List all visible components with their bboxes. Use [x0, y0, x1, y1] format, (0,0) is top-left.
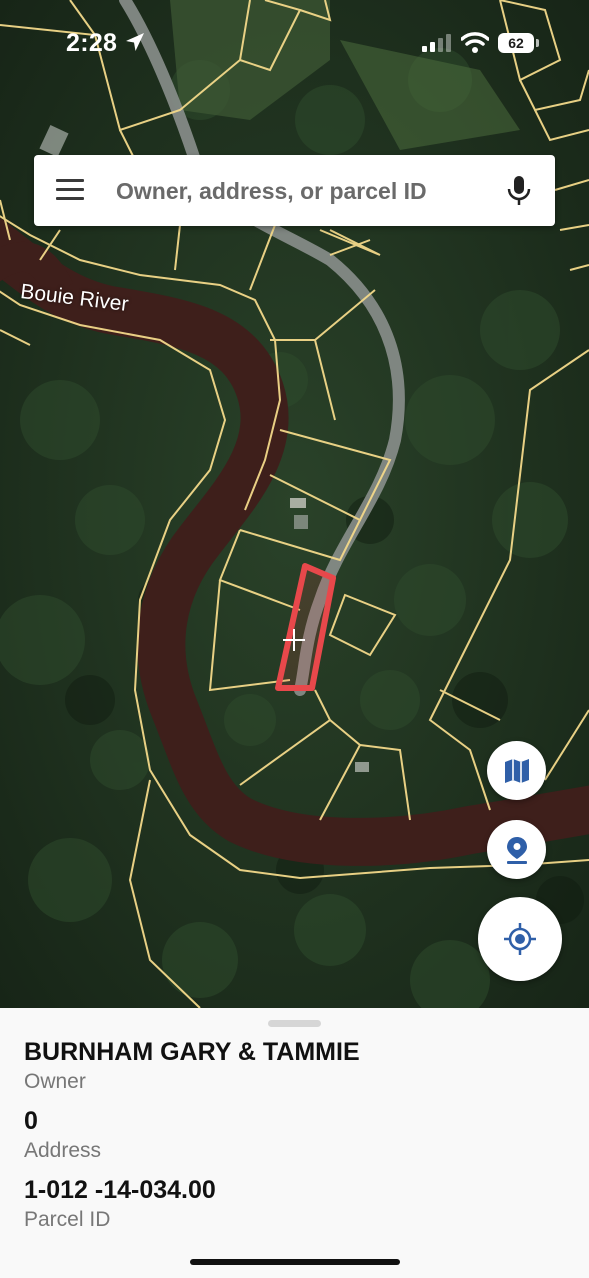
my-location-icon — [504, 923, 536, 955]
cellular-signal-icon — [422, 34, 451, 52]
parcel-details-sheet[interactable]: BURNHAM GARY & TAMMIE Owner 0 Address 1-… — [0, 1008, 589, 1278]
my-location-button[interactable] — [478, 897, 562, 981]
drop-pin-button[interactable] — [487, 820, 546, 879]
wifi-icon — [461, 32, 489, 53]
battery-nub — [536, 39, 539, 47]
location-arrow-icon — [126, 33, 144, 51]
sheet-grabber[interactable] — [268, 1020, 321, 1027]
status-time: 2:28 — [66, 29, 118, 57]
parcel-id-label: Parcel ID — [24, 1208, 111, 1231]
owner-label: Owner — [24, 1070, 86, 1093]
location-pin-icon — [506, 836, 527, 864]
microphone-icon[interactable] — [506, 175, 532, 207]
address-value: 0 — [24, 1107, 38, 1135]
hamburger-menu-icon[interactable] — [56, 179, 84, 201]
search-bar — [34, 155, 555, 226]
search-input[interactable] — [116, 169, 486, 213]
map-layers-button[interactable] — [487, 741, 546, 800]
status-bar: 2:28 62 — [0, 0, 589, 90]
battery-indicator: 62 — [498, 33, 534, 53]
parcel-id-value: 1-012 -14-034.00 — [24, 1176, 216, 1204]
map-icon — [504, 758, 529, 783]
address-label: Address — [24, 1139, 102, 1162]
owner-name: BURNHAM GARY & TAMMIE — [24, 1038, 360, 1066]
home-indicator[interactable] — [190, 1259, 400, 1265]
